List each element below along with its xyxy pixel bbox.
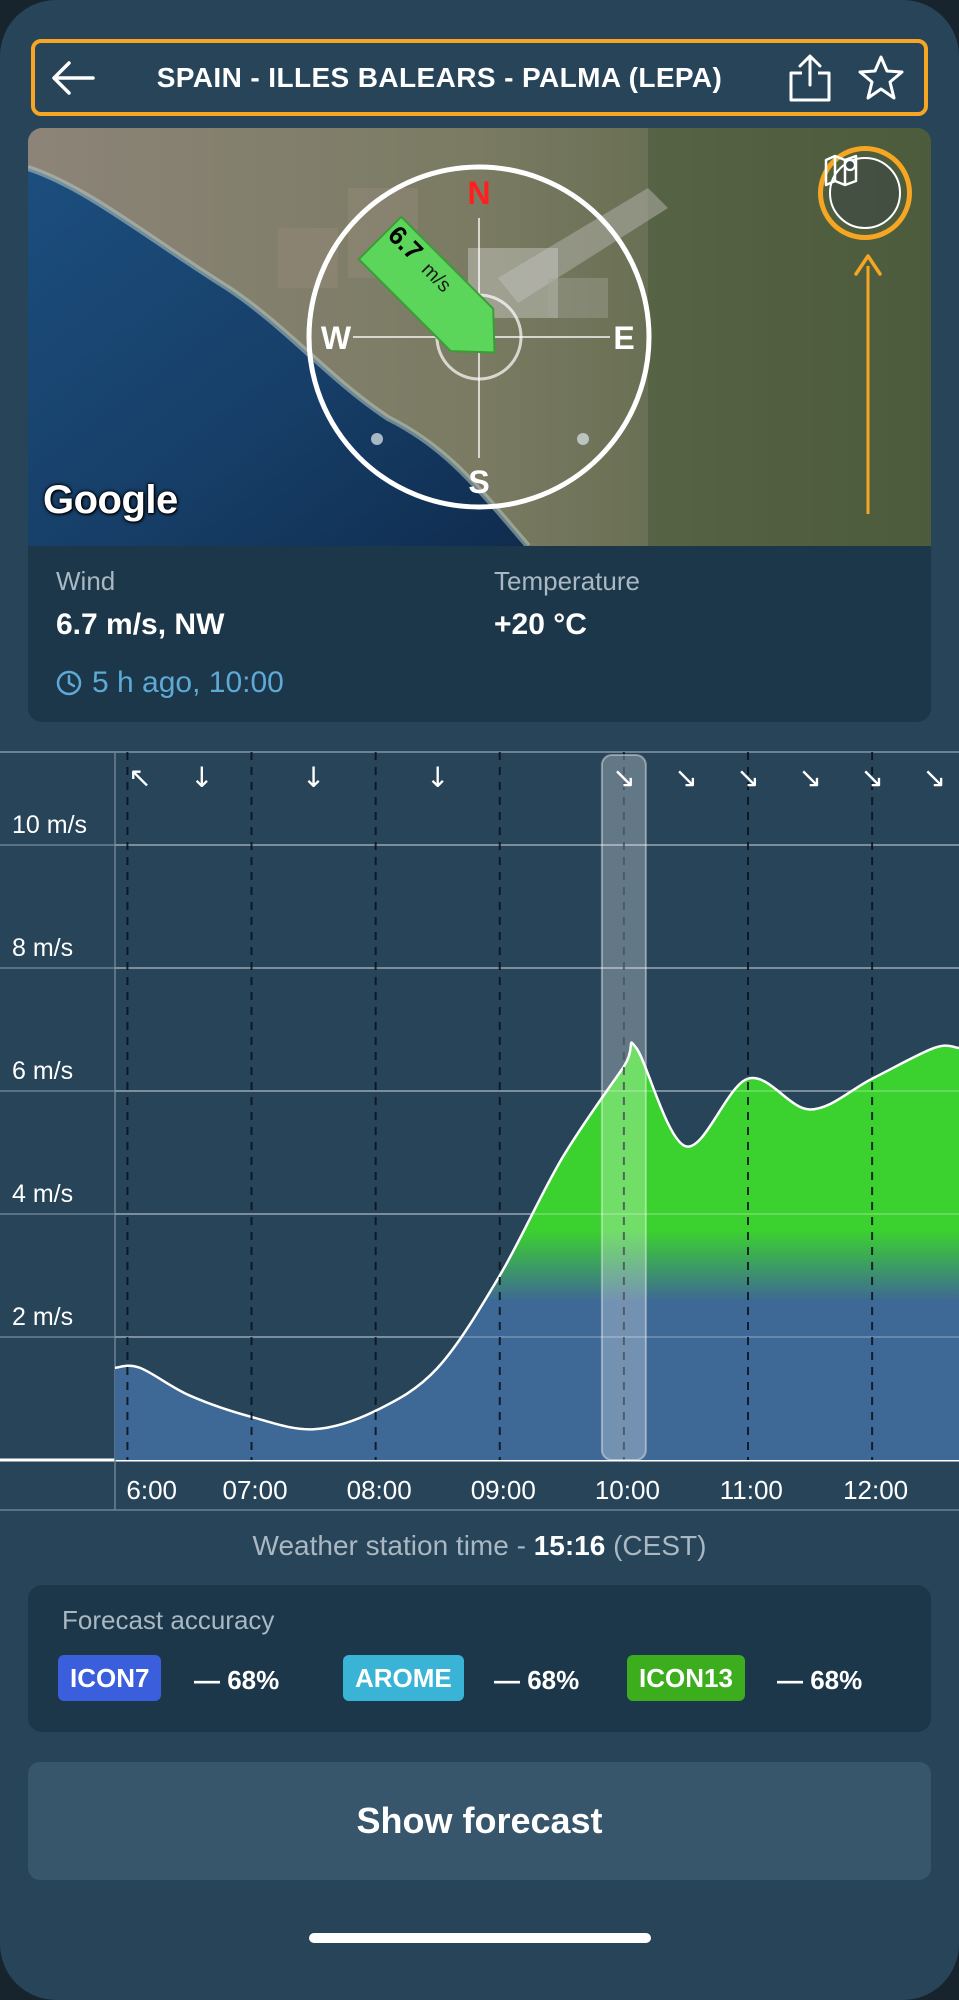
- station-info-card: Wind 6.7 m/s, NW Temperature +20 °C 5 h …: [28, 546, 931, 722]
- wind-chart-canvas: ↖ ↓ ↓ ↓ ↘ ↘ ↘ ↘ ↘ ↘: [0, 751, 959, 1511]
- forecast-accuracy-card: Forecast accuracy ICON7 — 68% AROME — 68…: [28, 1585, 931, 1732]
- temperature-value: +20 °C: [494, 608, 587, 641]
- x-axis-label: 10:00: [594, 1475, 660, 1505]
- x-axis-label: 6:00: [126, 1475, 178, 1505]
- current-time-highlight[interactable]: [600, 754, 647, 1461]
- compass-east: E: [613, 320, 634, 356]
- x-axis-label: 12:00: [843, 1475, 909, 1505]
- map-view-button[interactable]: [818, 146, 912, 240]
- x-axis-label: 09:00: [470, 1475, 536, 1505]
- temperature-label: Temperature: [494, 566, 640, 596]
- wind-direction-arrow: ↓: [426, 761, 449, 794]
- wind-direction-arrow: ↘: [922, 761, 945, 794]
- model-badge-icon13[interactable]: ICON13: [627, 1655, 745, 1701]
- x-axis-label: 11:00: [719, 1475, 783, 1505]
- app-screen: SPAIN - ILLES BALEARS - PALMA (LEPA) N S…: [0, 0, 959, 2000]
- home-indicator[interactable]: [309, 1933, 651, 1943]
- wind-label: Wind: [56, 566, 116, 596]
- station-time-value: 15:16: [533, 1530, 606, 1561]
- y-axis-label: 10 m/s: [12, 811, 88, 839]
- wind-speed-area: [115, 1042, 959, 1460]
- wind-direction-arrow: ↘: [674, 761, 697, 794]
- clock-icon: [56, 670, 82, 696]
- wind-direction-arrow: ↘: [736, 761, 759, 794]
- x-axis-label: 08:00: [346, 1475, 412, 1505]
- star-icon: [858, 55, 904, 100]
- wind-direction-arrow: ↖: [128, 761, 151, 794]
- google-logo: Google: [43, 478, 178, 522]
- map-pin-icon: [824, 154, 858, 187]
- model-accuracy-arome: — 68%: [494, 1665, 580, 1695]
- model-accuracy-icon13: — 68%: [777, 1665, 863, 1695]
- share-icon: [789, 54, 831, 102]
- weather-station-time: Weather station time - 15:16 (CEST): [0, 1530, 959, 1562]
- compass-west: W: [321, 320, 352, 356]
- show-forecast-button[interactable]: Show forecast: [28, 1762, 931, 1880]
- wind-direction-arrow: ↘: [860, 761, 883, 794]
- last-update-text: 5 h ago, 10:00: [92, 666, 284, 699]
- station-time-prefix: Weather station time -: [252, 1530, 534, 1561]
- y-axis-label: 6 m/s: [12, 1057, 74, 1085]
- wind-chart[interactable]: ↖ ↓ ↓ ↓ ↘ ↘ ↘ ↘ ↘ ↘ 10 m/s 8 m/s 6 m/s 4 m/s 2 m/s 6:…: [0, 745, 959, 1515]
- x-axis-label: 07:00: [222, 1475, 288, 1505]
- last-update: 5 h ago, 10:00: [56, 666, 284, 700]
- wind-direction-arrow: ↘: [798, 761, 821, 794]
- station-time-tz: (CEST): [605, 1530, 707, 1561]
- header-bar: SPAIN - ILLES BALEARS - PALMA (LEPA): [31, 39, 928, 116]
- share-button[interactable]: [782, 49, 838, 107]
- wind-direction-arrow: ↓: [190, 761, 213, 794]
- arrow-left-icon: [52, 61, 95, 95]
- model-badge-arome[interactable]: AROME: [343, 1655, 464, 1701]
- model-accuracy-icon7: — 68%: [194, 1665, 280, 1695]
- favorite-button[interactable]: [852, 49, 910, 107]
- compass-north: N: [467, 175, 490, 211]
- y-axis-label: 2 m/s: [12, 1303, 74, 1331]
- compass-south: S: [468, 464, 489, 500]
- wind-direction-arrow: ↓: [302, 761, 325, 794]
- model-badge-icon7[interactable]: ICON7: [58, 1655, 162, 1701]
- page-title: SPAIN - ILLES BALEARS - PALMA (LEPA): [156, 61, 723, 93]
- accuracy-title: Forecast accuracy: [62, 1605, 275, 1635]
- back-button[interactable]: [45, 53, 101, 103]
- y-axis-label: 4 m/s: [12, 1180, 74, 1208]
- wind-direction-arrow: ↘: [612, 761, 635, 794]
- y-axis-label: 8 m/s: [12, 934, 74, 962]
- wind-value: 6.7 m/s, NW: [56, 608, 225, 641]
